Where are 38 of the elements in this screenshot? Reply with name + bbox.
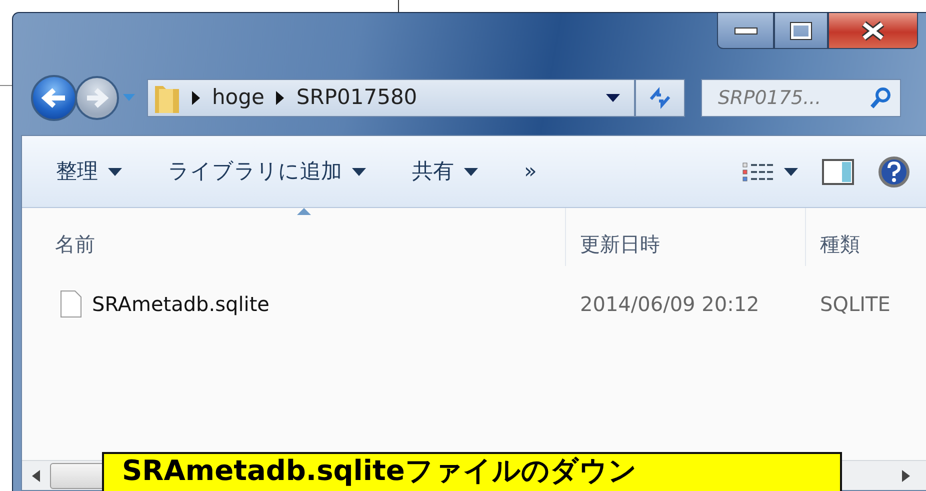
minimize-button[interactable] bbox=[717, 13, 774, 49]
toolbar-button[interactable]: 整理 bbox=[56, 152, 122, 192]
caption-tooltip: SRAmetadb.sqliteファイルのダウン bbox=[102, 452, 842, 491]
file-type: SQLITE bbox=[819, 291, 890, 318]
dropdown-caret-icon[interactable] bbox=[606, 94, 620, 102]
refresh-arrows-icon bbox=[647, 85, 673, 111]
details-view-icon bbox=[742, 160, 774, 182]
column-header[interactable]: 種類 bbox=[806, 208, 926, 266]
scroll-left-icon[interactable] bbox=[32, 470, 40, 482]
forward-arrow-icon bbox=[85, 88, 109, 108]
address-bar[interactable]: hoge SRP017580 bbox=[147, 79, 635, 117]
toolbar-button[interactable]: ライブラリに追加 bbox=[168, 152, 366, 192]
search-icon bbox=[869, 86, 891, 110]
column-header[interactable]: 更新日時 bbox=[566, 208, 806, 266]
column-header[interactable]: 名前 bbox=[22, 208, 566, 266]
refresh-button[interactable] bbox=[635, 79, 685, 117]
caret-icon bbox=[784, 168, 798, 176]
minimize-icon bbox=[734, 26, 758, 34]
toolbar-button[interactable]: 共有 bbox=[412, 152, 478, 192]
file-icon bbox=[60, 290, 82, 318]
forward-button[interactable] bbox=[75, 76, 119, 120]
help-icon bbox=[878, 156, 910, 188]
maximize-icon bbox=[790, 22, 812, 40]
breadcrumb[interactable]: SRP017580 bbox=[296, 82, 418, 114]
file-name[interactable]: SRAmetadb.sqlite bbox=[92, 289, 270, 319]
chevron-icon bbox=[192, 91, 200, 105]
maximize-button[interactable] bbox=[774, 13, 828, 49]
toolbar-button[interactable]: » bbox=[524, 152, 537, 192]
breadcrumb[interactable]: hoge bbox=[212, 82, 264, 114]
close-button[interactable] bbox=[828, 13, 918, 49]
back-arrow-icon bbox=[41, 88, 67, 108]
search-field[interactable]: SRP0175... bbox=[701, 79, 901, 117]
chevron-icon bbox=[276, 91, 284, 105]
close-icon bbox=[860, 20, 886, 40]
modified-date: 2014/06/09 20:12 bbox=[579, 291, 760, 318]
back-button[interactable] bbox=[31, 75, 77, 121]
pane-icon bbox=[822, 158, 854, 184]
scroll-right-icon[interactable] bbox=[902, 470, 910, 482]
